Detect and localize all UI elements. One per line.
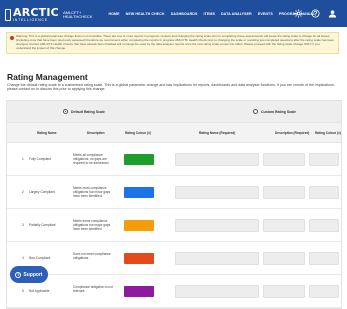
rating-number: 2 (22, 190, 24, 194)
nav-new-health-check[interactable]: NEW HEALTH CHECK (126, 12, 165, 16)
custom-scale-label: Custom Rating Scale (261, 109, 297, 114)
user-icon[interactable] (327, 8, 337, 18)
rating-description: Does not meet compliance obligations. (73, 252, 111, 260)
custom-description-input[interactable] (263, 285, 305, 298)
question-icon: ? (15, 271, 22, 278)
custom-rating-name-input[interactable] (175, 186, 259, 199)
custom-rating-name-input[interactable] (175, 252, 259, 265)
col-custom-rating-colour: Rating Colour (#) (315, 131, 341, 135)
rating-name: Partially Compliant (29, 223, 56, 227)
default-scale-radio[interactable] (63, 109, 68, 114)
warning-icon (10, 36, 14, 40)
custom-rating-name-input[interactable] (175, 285, 259, 298)
brand-tagline: INTELLIGENCE (13, 17, 48, 22)
rating-colour-swatch (124, 187, 154, 198)
custom-rating-colour-input[interactable] (309, 285, 339, 298)
brand-logo[interactable]: ARCTIC INTELLIGENCE AMLCFT+ HEALTHCHECK (5, 7, 92, 23)
page-description: Change the default rating scale to a cus… (7, 83, 335, 92)
logo-mark-icon (5, 8, 11, 21)
custom-description-input[interactable] (263, 186, 305, 199)
table-row: 1 Fully Compliant Meets all compliance obl… (7, 143, 341, 176)
rating-colour-swatch (124, 286, 154, 297)
nav-dashboards[interactable]: DASHBOARDS (171, 12, 198, 16)
custom-description-input[interactable] (263, 219, 305, 232)
table-row: 5 Not Applicable Compliance obligation is … (7, 275, 341, 308)
rating-colour-swatch (124, 220, 154, 231)
support-label: Support (23, 271, 43, 278)
custom-rating-name-input[interactable] (175, 153, 259, 166)
warning-text: Warning: This is a global parameter chan… (16, 34, 335, 50)
product-name: AMLCFT+ HEALTHCHECK (62, 9, 93, 20)
rating-name: Non-Compliant (29, 256, 51, 260)
rating-name: Largely Compliant (29, 190, 55, 194)
brand-name: ARCTIC (13, 5, 59, 19)
default-scale-label: Default Rating Scale (71, 109, 105, 114)
main-nav: HOME NEW HEALTH CHECK DASHBOARDS ITEMS D… (108, 12, 315, 16)
top-nav-bar: ARCTIC INTELLIGENCE AMLCFT+ HEALTHCHECK … (0, 0, 347, 27)
rating-number: 3 (22, 223, 24, 227)
rating-number: 5 (22, 289, 24, 293)
col-rating-name: Rating Name (37, 131, 57, 135)
table-column-headers: Rating Name Description Rating Colour (#… (7, 123, 341, 143)
col-description: Description (87, 131, 105, 135)
custom-description-input[interactable] (263, 153, 305, 166)
support-button[interactable]: ? Support (10, 266, 48, 283)
custom-rating-colour-input[interactable] (309, 186, 339, 199)
rating-description: Meets some compliance obligations but ma… (73, 219, 111, 231)
rating-description: Compliance obligation is not relevant. (73, 285, 113, 293)
nav-events[interactable]: EVENTS (258, 12, 273, 16)
custom-rating-name-input[interactable] (175, 219, 259, 232)
table-row: 2 Largely Compliant Meets most compliance … (7, 176, 341, 209)
rating-name: Not Applicable (29, 289, 50, 293)
custom-rating-colour-input[interactable] (309, 153, 339, 166)
rating-description: Meets all compliance obligations; no gap… (73, 153, 110, 165)
rating-colour-swatch (124, 253, 154, 264)
gear-icon[interactable] (293, 8, 303, 18)
rating-colour-swatch (124, 154, 154, 165)
table-row: 3 Partially Compliant Meets some complianc… (7, 209, 341, 242)
custom-scale-radio[interactable] (253, 109, 258, 114)
help-icon[interactable] (310, 8, 320, 18)
custom-description-input[interactable] (263, 252, 305, 265)
nav-home[interactable]: HOME (108, 12, 119, 16)
warning-banner: Warning: This is a global parameter chan… (6, 32, 339, 54)
custom-rating-colour-input[interactable] (309, 252, 339, 265)
rating-description: Meets most compliance obligations but mi… (73, 186, 111, 198)
col-custom-rating-name: Rating Name (Required) (199, 131, 236, 135)
nav-data-analyser[interactable]: DATA ANALYSER (221, 12, 252, 16)
table-row: 4 Non-Compliant Does not meet compliance o… (7, 242, 341, 275)
nav-items[interactable]: ITEMS (203, 12, 214, 16)
rating-number: 4 (22, 256, 24, 260)
col-rating-colour: Rating Colour (#) (125, 131, 151, 135)
rating-name: Fully Compliant (29, 157, 51, 161)
page-title: Rating Management (7, 72, 88, 82)
table-header-row: Rating Default Rating Scale Custom Ratin… (7, 101, 341, 131)
rating-number: 1 (22, 157, 24, 161)
col-custom-description: Description (Required) (275, 131, 310, 135)
rating-table: Rating Default Rating Scale Custom Ratin… (6, 100, 342, 309)
custom-rating-colour-input[interactable] (309, 219, 339, 232)
